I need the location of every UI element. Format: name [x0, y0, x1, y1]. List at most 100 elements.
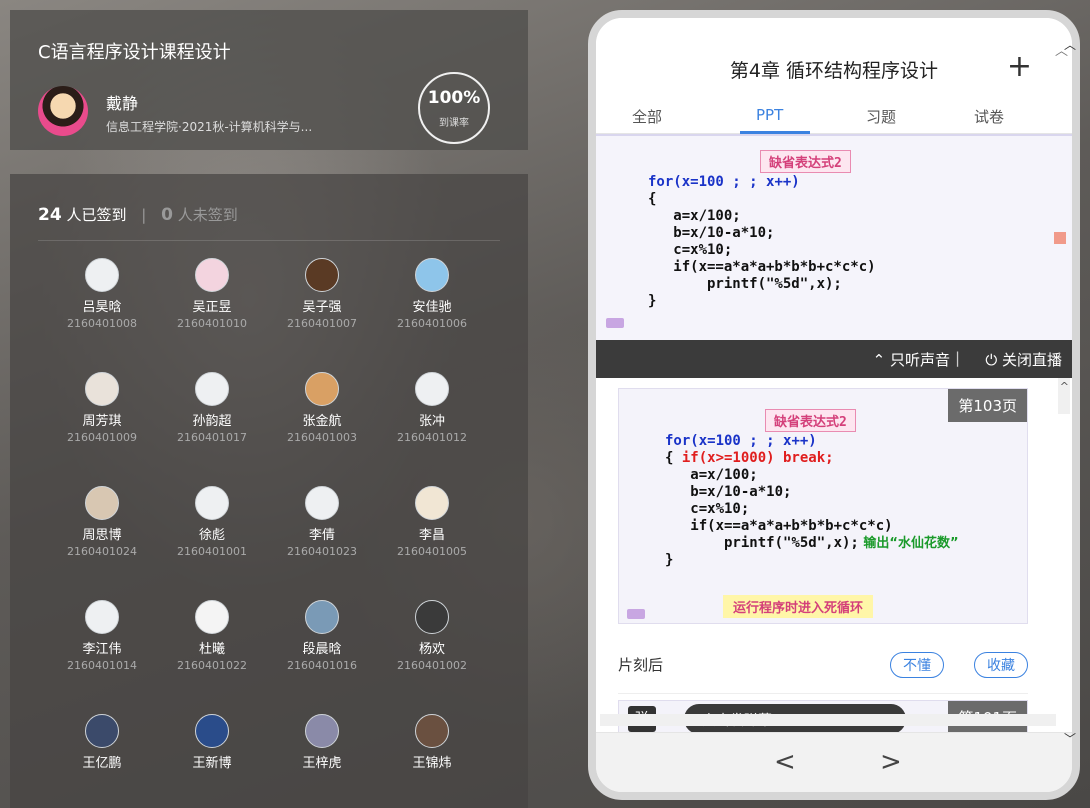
student-id: 2160401014: [67, 659, 137, 672]
code-for-a: for(x=100 ;: [648, 174, 750, 190]
code-break: if(x>=1000) break;: [681, 450, 834, 466]
slide-tag: 缺省表达式2: [765, 409, 856, 432]
student-name: 周芳琪: [82, 414, 122, 429]
slide-note: 运行程序时进入死循环: [723, 595, 874, 618]
audio-only-button[interactable]: ⌃ 只听声音: [873, 349, 950, 370]
student-name: 徐彪: [198, 528, 225, 543]
tab-ppt[interactable]: PPT: [756, 106, 783, 124]
student-id: 2160401009: [67, 431, 137, 444]
plus-icon[interactable]: +: [1007, 52, 1032, 82]
student-name: 张冲: [418, 414, 445, 429]
left-panel: C语言程序设计课程设计 戴静 信息工程学院·2021秋-计算机科学与... 10…: [10, 10, 528, 808]
chevron-up-icon[interactable]: ︿: [1064, 36, 1076, 53]
student-id: 2160401022: [177, 659, 247, 672]
student-id: 2160401012: [397, 431, 467, 444]
student-name: 李倩: [308, 528, 335, 543]
student-card[interactable]: 安佳驰 2160401006: [376, 258, 488, 330]
student-id: 2160401006: [397, 317, 467, 330]
student-card[interactable]: 李倩 2160401023: [266, 486, 378, 558]
chevron-down-icon[interactable]: ﹀: [1064, 730, 1076, 747]
avatar: [305, 258, 339, 292]
student-card[interactable]: 王亿鹏: [46, 714, 158, 771]
student-card[interactable]: 杨欢 2160401002: [376, 600, 488, 672]
scroll-up-icon[interactable]: ^: [1060, 380, 1069, 393]
student-name: 孙韵超: [192, 414, 232, 429]
dont-understand-button[interactable]: 不懂: [890, 652, 944, 678]
unsigned-label: 人未签到: [177, 206, 238, 224]
student-id: 2160401008: [67, 317, 137, 330]
attendance-rate-badge: 100% 到课率: [418, 72, 490, 144]
next-page-button[interactable]: >: [880, 747, 902, 777]
student-name: 吴子强: [302, 300, 342, 315]
student-card[interactable]: 李昌 2160401005: [376, 486, 488, 558]
teacher-name: 戴静: [106, 94, 139, 113]
close-live-button[interactable]: ⏻ 关闭直播: [985, 349, 1062, 370]
student-card[interactable]: 吴正昱 2160401010: [156, 258, 268, 330]
avatar: [195, 714, 229, 748]
student-id: 2160401016: [287, 659, 357, 672]
tab-exam[interactable]: 试卷: [974, 106, 1004, 127]
phone-header: 第4章 循环结构程序设计 + ︿: [596, 18, 1072, 96]
tab-exercises[interactable]: 习题: [866, 106, 896, 127]
avatar: [415, 372, 449, 406]
student-name: 杜曦: [198, 642, 225, 657]
student-id: 2160401017: [177, 431, 247, 444]
tab-all[interactable]: 全部: [632, 106, 662, 127]
student-name: 李昌: [418, 528, 445, 543]
signed-count: 24: [38, 205, 62, 225]
student-card[interactable]: 徐彪 2160401001: [156, 486, 268, 558]
code-for-b: ; x++): [749, 174, 800, 190]
student-name: 段晨晗: [302, 642, 342, 657]
horizontal-scrollbar[interactable]: [600, 714, 1056, 726]
divider: [38, 240, 500, 241]
avatar: [195, 258, 229, 292]
attendance-rate-value: 100%: [427, 88, 481, 108]
student-card[interactable]: 杜曦 2160401022: [156, 600, 268, 672]
student-card[interactable]: 王新博: [156, 714, 268, 771]
avatar: [415, 258, 449, 292]
avatar: [195, 486, 229, 520]
student-card[interactable]: 吴子强 2160401007: [266, 258, 378, 330]
code-brace: {: [665, 450, 682, 466]
code-line: if(x==a*a*a+b*b*b+c*c*c): [648, 259, 876, 275]
avatar: [85, 486, 119, 520]
code-comment: 输出“水仙花数”: [858, 536, 959, 551]
avatar: [305, 486, 339, 520]
student-card[interactable]: 周芳琪 2160401009: [46, 372, 158, 444]
live-divider: |: [954, 349, 960, 367]
slide-card[interactable]: 第103页 缺省表达式2 for(x=100 ; ; x++) { if(x>=…: [618, 388, 1028, 624]
signin-separator: |: [141, 206, 147, 224]
code-line: }: [665, 552, 674, 568]
code-line: a=x/100;: [648, 208, 741, 224]
chapter-title: 第4章 循环结构程序设计: [729, 60, 939, 82]
content-tabs: 全部 PPT 习题 试卷: [596, 96, 1072, 134]
code-line: b=x/10-a*10;: [665, 484, 792, 500]
student-card[interactable]: 张金航 2160401003: [266, 372, 378, 444]
teacher-department: 信息工程学院·2021秋-计算机科学与...: [106, 120, 313, 134]
student-card[interactable]: 张冲 2160401012: [376, 372, 488, 444]
student-name: 吴正昱: [192, 300, 232, 315]
slide-nav-chip: [627, 609, 645, 619]
code-line: a=x/100;: [665, 467, 758, 483]
student-card[interactable]: 李江伟 2160401014: [46, 600, 158, 672]
code-printf: printf("%5d",x);: [665, 535, 859, 551]
phone-footer: < >: [596, 732, 1072, 792]
code-line: b=x/10-a*10;: [648, 225, 775, 241]
course-card: C语言程序设计课程设计 戴静 信息工程学院·2021秋-计算机科学与... 10…: [10, 10, 528, 150]
page-badge: 第103页: [948, 389, 1027, 422]
student-card[interactable]: 孙韵超 2160401017: [156, 372, 268, 444]
student-card[interactable]: 周思博 2160401024: [46, 486, 158, 558]
student-name: 李江伟: [82, 642, 122, 657]
student-card[interactable]: 王梓虎: [266, 714, 378, 771]
live-slide[interactable]: 缺省表达式2 for(x=100 ; ; x++) { a=x/100; b=x…: [596, 134, 1072, 340]
avatar: [305, 372, 339, 406]
student-id: 2160401010: [177, 317, 247, 330]
student-card[interactable]: 王锦炜: [376, 714, 488, 771]
student-card[interactable]: 段晨晗 2160401016: [266, 600, 378, 672]
student-card[interactable]: 吕昊晗 2160401008: [46, 258, 158, 330]
ppt-feed: 第103页 缺省表达式2 for(x=100 ; ; x++) { if(x>=…: [596, 378, 1072, 732]
code-line: c=x%10;: [665, 501, 750, 517]
favorite-button[interactable]: 收藏: [974, 652, 1028, 678]
student-id: 2160401024: [67, 545, 137, 558]
prev-page-button[interactable]: <: [774, 747, 796, 777]
